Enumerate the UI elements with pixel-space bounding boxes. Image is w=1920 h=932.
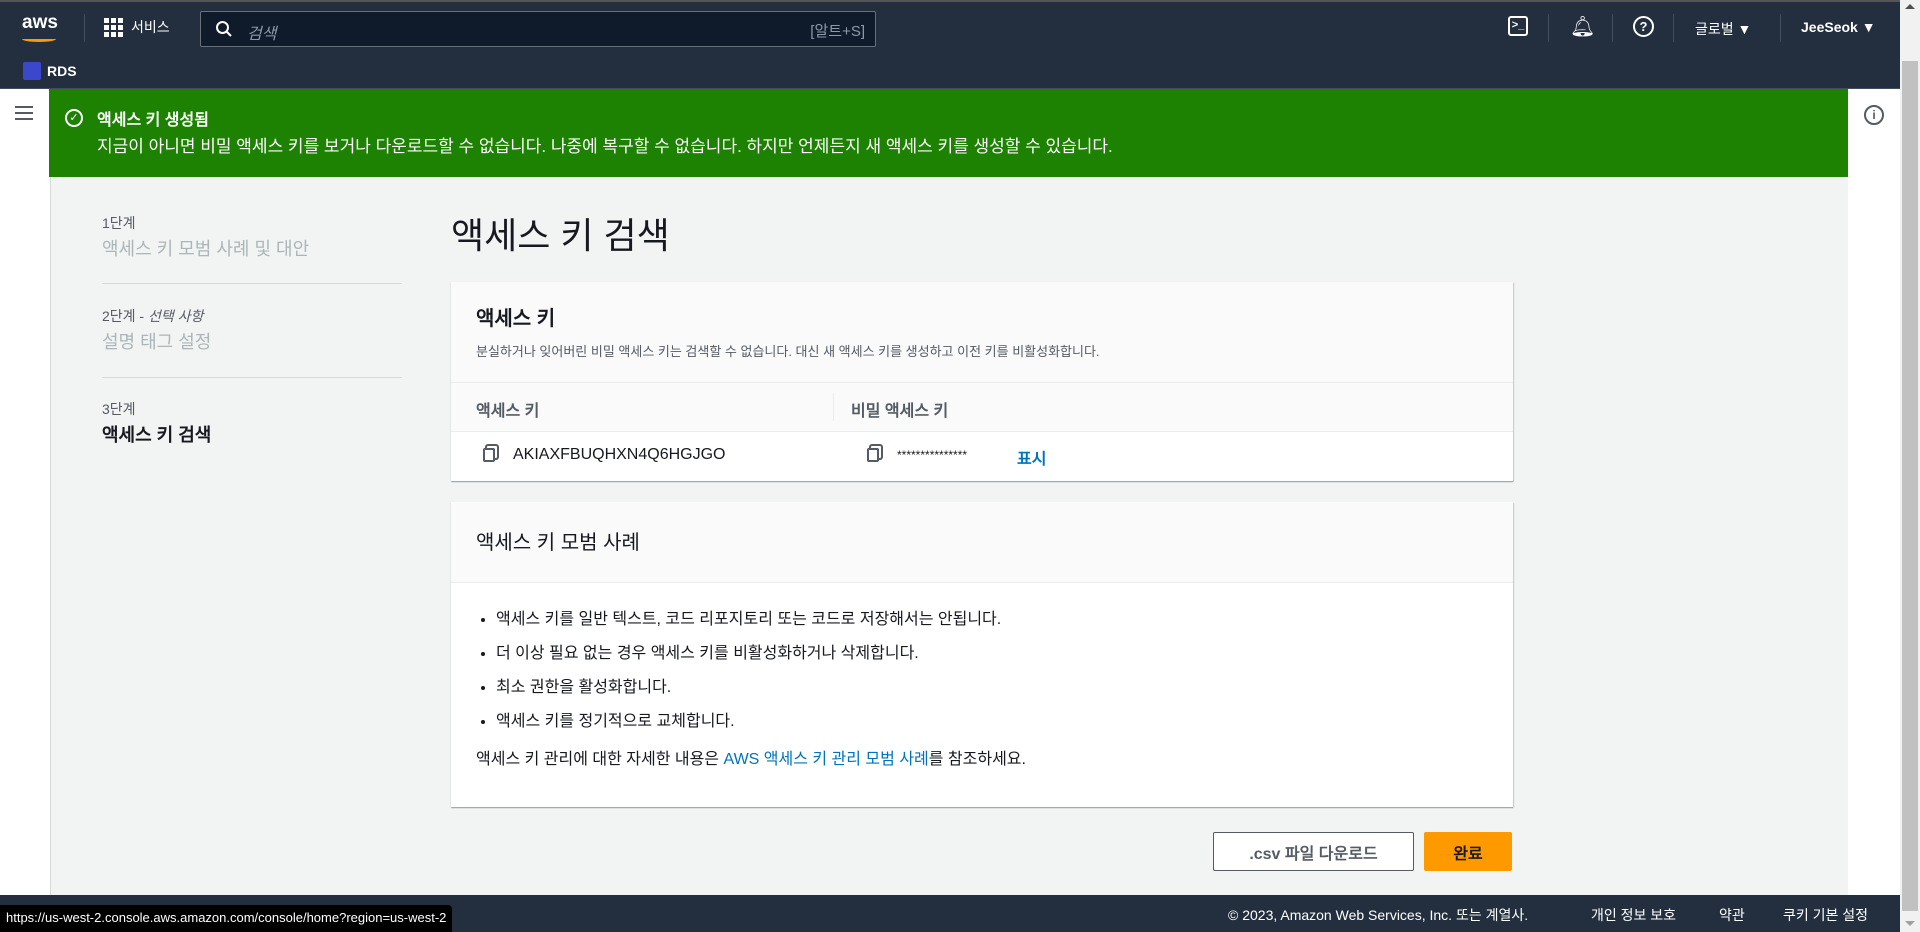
table-row: AKIAXFBUQHXN4Q6HGJGO *************** 표시 [451, 432, 1513, 480]
step-1-link[interactable]: 액세스 키 모범 사례 및 대안 [102, 235, 309, 261]
success-check-icon: ✓ [65, 109, 83, 127]
column-header-secret-key: 비밀 액세스 키 [851, 403, 949, 420]
search-input[interactable]: 검색 [알트+S] [200, 11, 876, 47]
success-banner: ✓ 액세스 키 생성됨 지금이 아니면 비밀 액세스 키를 보거나 다운로드할 … [49, 89, 1848, 177]
copy-icon[interactable] [483, 448, 495, 462]
list-item: 액세스 키를 정기적으로 교체합니다. [496, 705, 1488, 739]
list-item: 최소 권한을 활성화합니다. [496, 671, 1488, 705]
copy-icon[interactable] [867, 448, 879, 462]
step-2-link[interactable]: 설명 태그 설정 [102, 328, 211, 354]
best-practices-card: 액세스 키 모범 사례 액세스 키를 일반 텍스트, 코드 리포지토리 또는 코… [451, 502, 1513, 807]
banner-message: 지금이 아니면 비밀 액세스 키를 보거나 다운로드할 수 없습니다. 나중에 … [97, 137, 1113, 156]
banner-title: 액세스 키 생성됨 [97, 112, 209, 129]
hamburger-menu-icon[interactable] [15, 106, 33, 120]
top-navigation: aws 서비스 검색 [알트+S] >_ 🔔︎ ? 글로벌 ▼ JeeSeok … [0, 0, 1900, 54]
done-button[interactable]: 완료 [1424, 832, 1512, 871]
list-item: 더 이상 필요 없는 경우 액세스 키를 비활성화하거나 삭제합니다. [496, 637, 1488, 671]
user-menu[interactable]: JeeSeok ▼ [1801, 19, 1876, 35]
status-url-tooltip: https://us-west-2.console.aws.amazon.com… [0, 905, 453, 932]
rds-shortcut[interactable]: RDS [23, 62, 77, 80]
services-menu[interactable]: 서비스 [104, 17, 170, 37]
terms-link[interactable]: 약관 [1719, 905, 1745, 925]
column-header-access-key: 액세스 키 [476, 403, 540, 420]
rds-icon [23, 62, 41, 80]
download-csv-button[interactable]: .csv 파일 다운로드 [1213, 832, 1414, 871]
card-title: 액세스 키 [476, 308, 556, 330]
cloudshell-icon[interactable]: >_ [1508, 16, 1528, 36]
list-item: 액세스 키를 일반 텍스트, 코드 리포지토리 또는 코드로 저장해서는 안됩니… [496, 603, 1488, 637]
main-content: 1단계 액세스 키 모범 사례 및 대안 2단계 - 선택 사항 설명 태그 설… [50, 177, 1848, 895]
access-key-value: AKIAXFBUQHXN4Q6HGJGO [513, 446, 726, 463]
info-icon[interactable]: i [1864, 105, 1884, 125]
aws-logo[interactable]: aws [20, 10, 62, 44]
show-secret-link[interactable]: 표시 [1017, 445, 1046, 469]
best-practices-link[interactable]: AWS 액세스 키 관리 모범 사례 [723, 751, 928, 768]
scrollbar[interactable] [1900, 0, 1920, 932]
help-icon[interactable]: ? [1633, 16, 1654, 37]
page-title: 액세스 키 검색 [451, 215, 670, 256]
scrollbar-thumb[interactable] [1902, 61, 1918, 911]
region-selector[interactable]: 글로벌 ▼ [1695, 19, 1751, 39]
cookie-preferences-link[interactable]: 쿠키 기본 설정 [1783, 905, 1868, 925]
search-icon [216, 21, 232, 37]
grid-icon [104, 17, 123, 37]
privacy-link[interactable]: 개인 정보 보호 [1591, 905, 1676, 925]
card-title: 액세스 키 모범 사례 [476, 532, 640, 554]
secret-key-masked: *************** [897, 448, 968, 462]
favorites-bar: RDS [0, 54, 1900, 89]
access-key-card: 액세스 키 분실하거나 잊어버린 비밀 액세스 키는 검색할 수 없습니다. 대… [451, 282, 1513, 481]
bell-icon[interactable]: 🔔︎ [1570, 14, 1595, 39]
step-3-current: 액세스 키 검색 [102, 425, 212, 445]
